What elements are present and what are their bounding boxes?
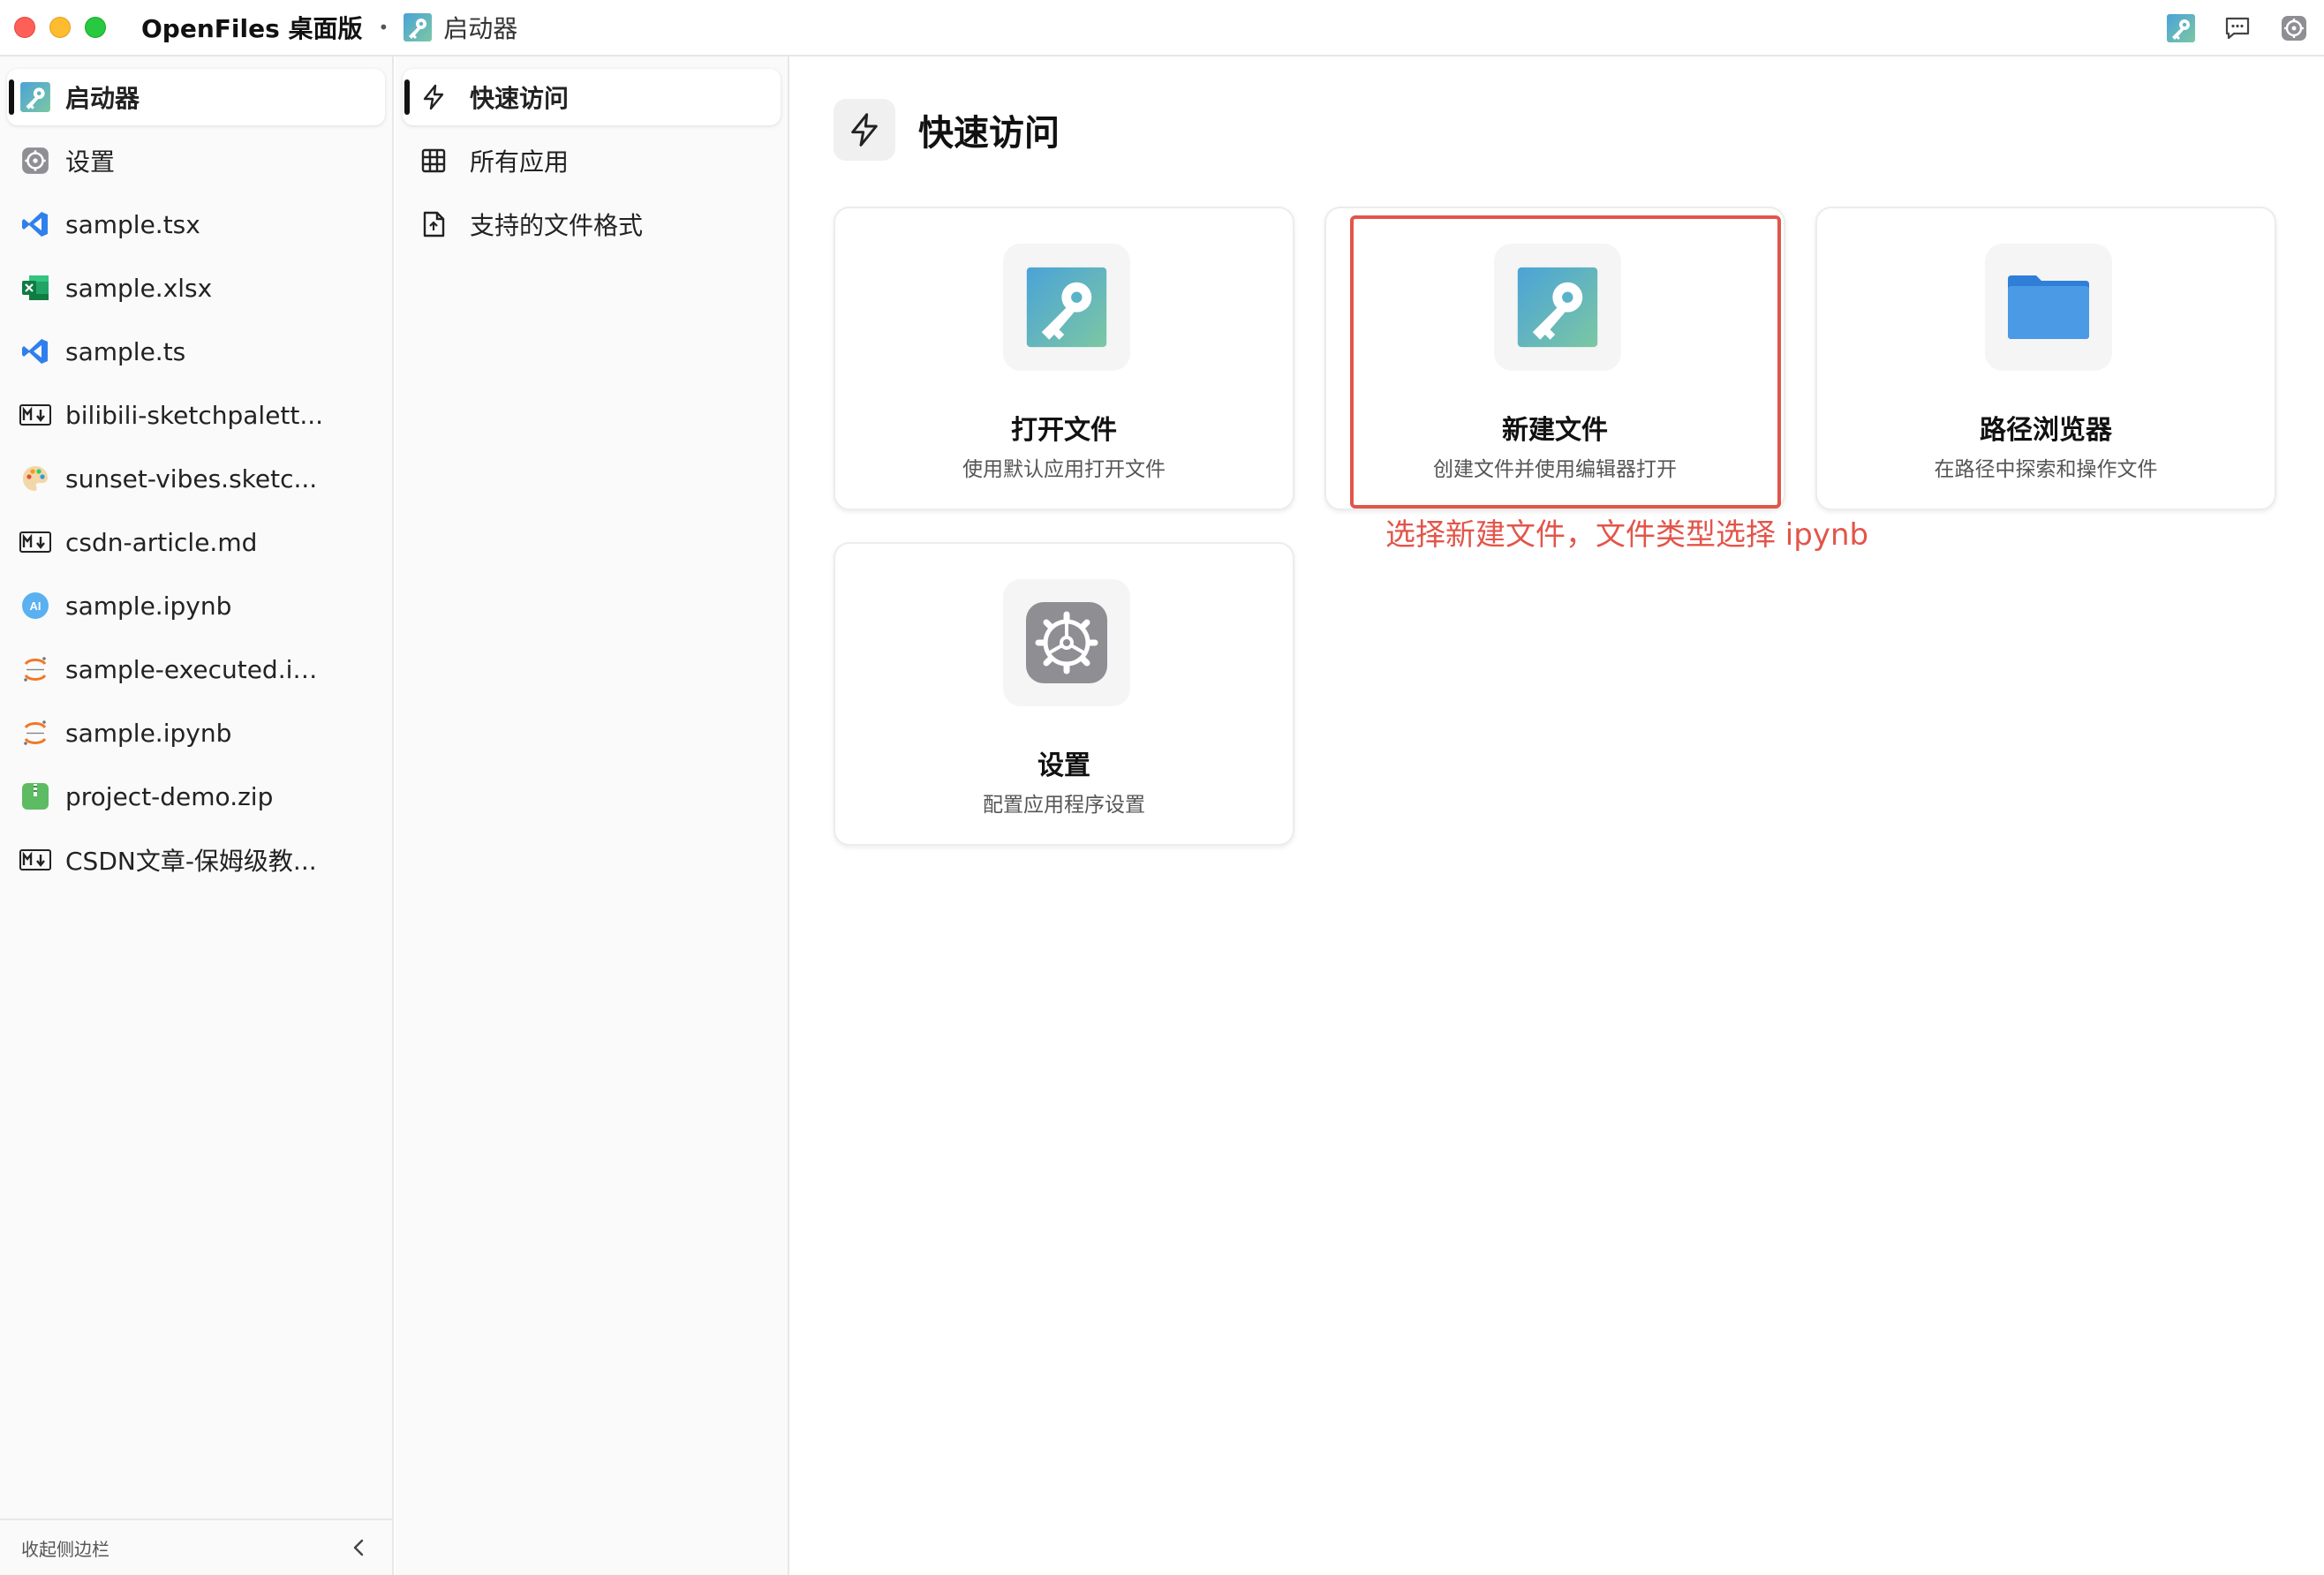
sidebar-item-file[interactable]: sample.ipynb bbox=[7, 705, 385, 761]
card-title: 新建文件 bbox=[1502, 415, 1608, 446]
sidebar-item-label: csdn-article.md bbox=[65, 527, 258, 557]
sidebar-item-file[interactable]: sample.ts bbox=[7, 323, 385, 380]
sidebar-item-label: project-demo.zip bbox=[65, 781, 274, 811]
close-window-button[interactable] bbox=[14, 17, 35, 38]
sidebar-item-label: sample.ipynb bbox=[65, 591, 232, 621]
vscode-icon bbox=[19, 208, 51, 240]
sidebar-item-file[interactable]: project-demo.zip bbox=[7, 768, 385, 825]
key-app-icon bbox=[1517, 267, 1598, 348]
card-description: 在路径中探索和操作文件 bbox=[1934, 458, 2158, 481]
sidebar-item-label: sample.ts bbox=[65, 336, 186, 366]
sidebar-item-label: 启动器 bbox=[65, 84, 140, 113]
sidebar-item-label: CSDN文章-保姆级教... bbox=[65, 847, 317, 876]
sidebar-item-file[interactable]: AI sample.ipynb bbox=[7, 577, 385, 634]
gear-icon bbox=[19, 145, 51, 177]
gear-icon bbox=[2282, 16, 2306, 41]
settings-card[interactable]: 设置 配置应用程序设置 bbox=[834, 542, 1294, 846]
nav-item-label: 快速访问 bbox=[470, 84, 570, 113]
open-file-card[interactable]: 打开文件 使用默认应用打开文件 bbox=[834, 207, 1294, 510]
jupyter-icon bbox=[19, 717, 51, 749]
vscode-icon bbox=[19, 335, 51, 367]
annotation-text: 选择新建文件，文件类型选择 ipynb bbox=[1385, 517, 1869, 553]
title-tab-launcher[interactable]: 启动器 bbox=[403, 10, 517, 45]
card-icon-box bbox=[1003, 244, 1130, 371]
grid-icon bbox=[419, 146, 449, 176]
new-file-card[interactable]: 新建文件 创建文件并使用编辑器打开 bbox=[1324, 207, 1785, 510]
nav-item-quick-access[interactable]: 快速访问 bbox=[403, 69, 781, 125]
key-app-icon bbox=[1026, 267, 1107, 348]
window-controls bbox=[14, 17, 120, 38]
lightning-icon bbox=[419, 82, 449, 112]
file-sidebar: 启动器 设置 sample.tsx sample.xlsx sample.ts … bbox=[0, 57, 394, 1575]
key-app-icon bbox=[2167, 14, 2195, 42]
key-app-icon bbox=[404, 13, 433, 41]
card-title: 路径浏览器 bbox=[1980, 415, 2112, 446]
card-description: 配置应用程序设置 bbox=[983, 794, 1145, 817]
app-title: OpenFiles 桌面版 bbox=[141, 14, 363, 43]
markdown-icon bbox=[19, 526, 51, 558]
chat-button[interactable] bbox=[2222, 12, 2253, 44]
sidebar-item-file[interactable]: csdn-article.md bbox=[7, 514, 385, 570]
collapse-sidebar-label: 收起侧边栏 bbox=[21, 1538, 109, 1560]
collapse-sidebar-button[interactable]: 收起侧边栏 bbox=[0, 1518, 392, 1575]
sidebar-item-file[interactable]: bilibili-sketchpalett... bbox=[7, 387, 385, 443]
sidebar-item-settings[interactable]: 设置 bbox=[7, 132, 385, 189]
lightning-icon bbox=[834, 99, 895, 161]
title-separator: • bbox=[378, 17, 389, 38]
path-browser-card[interactable]: 路径浏览器 在路径中探索和操作文件 bbox=[1815, 207, 2276, 510]
maximize-window-button[interactable] bbox=[85, 17, 106, 38]
minimize-window-button[interactable] bbox=[49, 17, 71, 38]
nav-item-all-apps[interactable]: 所有应用 bbox=[403, 132, 781, 189]
settings-gear-icon bbox=[1026, 602, 1107, 683]
palette-icon bbox=[19, 463, 51, 494]
file-icon bbox=[419, 209, 449, 239]
card-icon-box bbox=[1003, 579, 1130, 706]
titlebar-actions bbox=[2140, 12, 2310, 44]
jupyter-icon bbox=[19, 653, 51, 685]
nav-item-file-formats[interactable]: 支持的文件格式 bbox=[403, 196, 781, 252]
card-icon-box bbox=[1494, 244, 1621, 371]
main-content: 快速访问 打开文件 使用默认应用打开文件 新建文件 创建文件并使用编辑器打开 路… bbox=[791, 57, 2324, 1575]
sidebar-item-label: bilibili-sketchpalett... bbox=[65, 400, 324, 430]
sidebar-item-file[interactable]: CSDN文章-保姆级教... bbox=[7, 832, 385, 888]
card-description: 使用默认应用打开文件 bbox=[962, 458, 1166, 481]
sidebar-item-label: sample.tsx bbox=[65, 209, 200, 239]
nav-item-label: 支持的文件格式 bbox=[470, 211, 644, 240]
open-files-list: 启动器 设置 sample.tsx sample.xlsx sample.ts … bbox=[0, 57, 392, 888]
card-title: 设置 bbox=[1038, 750, 1090, 781]
sidebar-item-file[interactable]: sample-executed.ip... bbox=[7, 641, 385, 697]
sidebar-item-file[interactable]: sunset-vibes.sketc... bbox=[7, 450, 385, 507]
settings-button[interactable] bbox=[2278, 12, 2310, 44]
launcher-button[interactable] bbox=[2165, 12, 2197, 44]
excel-icon bbox=[19, 272, 51, 304]
folder-icon bbox=[2008, 275, 2089, 339]
title-tab-label: 启动器 bbox=[443, 14, 518, 43]
card-title: 打开文件 bbox=[1011, 415, 1117, 446]
chevron-left-icon bbox=[353, 1539, 364, 1556]
sidebar-item-label: sample.xlsx bbox=[65, 273, 213, 303]
card-description: 创建文件并使用编辑器打开 bbox=[1433, 458, 1677, 481]
zip-icon bbox=[19, 780, 51, 812]
launcher-nav: 快速访问 所有应用 支持的文件格式 bbox=[396, 57, 789, 1575]
sidebar-item-file[interactable]: sample.tsx bbox=[7, 196, 385, 252]
markdown-icon bbox=[19, 399, 51, 431]
ai-icon: AI bbox=[19, 590, 51, 622]
nav-item-label: 所有应用 bbox=[470, 147, 570, 177]
title-bar: OpenFiles 桌面版 • 启动器 bbox=[0, 0, 2324, 57]
page-title: 快速访问 bbox=[918, 113, 1060, 154]
sidebar-item-label: sunset-vibes.sketc... bbox=[65, 463, 318, 494]
page-header: 快速访问 bbox=[834, 99, 1060, 161]
sidebar-item-label: 设置 bbox=[65, 147, 116, 177]
svg-text:AI: AI bbox=[30, 599, 42, 613]
sidebar-item-label: sample-executed.ip... bbox=[65, 654, 330, 684]
sidebar-item-label: sample.ipynb bbox=[65, 718, 232, 748]
markdown-icon bbox=[19, 844, 51, 876]
chat-icon bbox=[2225, 17, 2250, 40]
card-icon-box bbox=[1985, 244, 2112, 371]
key-app-icon bbox=[19, 81, 51, 113]
sidebar-item-launcher[interactable]: 启动器 bbox=[7, 69, 385, 125]
sidebar-item-file[interactable]: sample.xlsx bbox=[7, 260, 385, 316]
